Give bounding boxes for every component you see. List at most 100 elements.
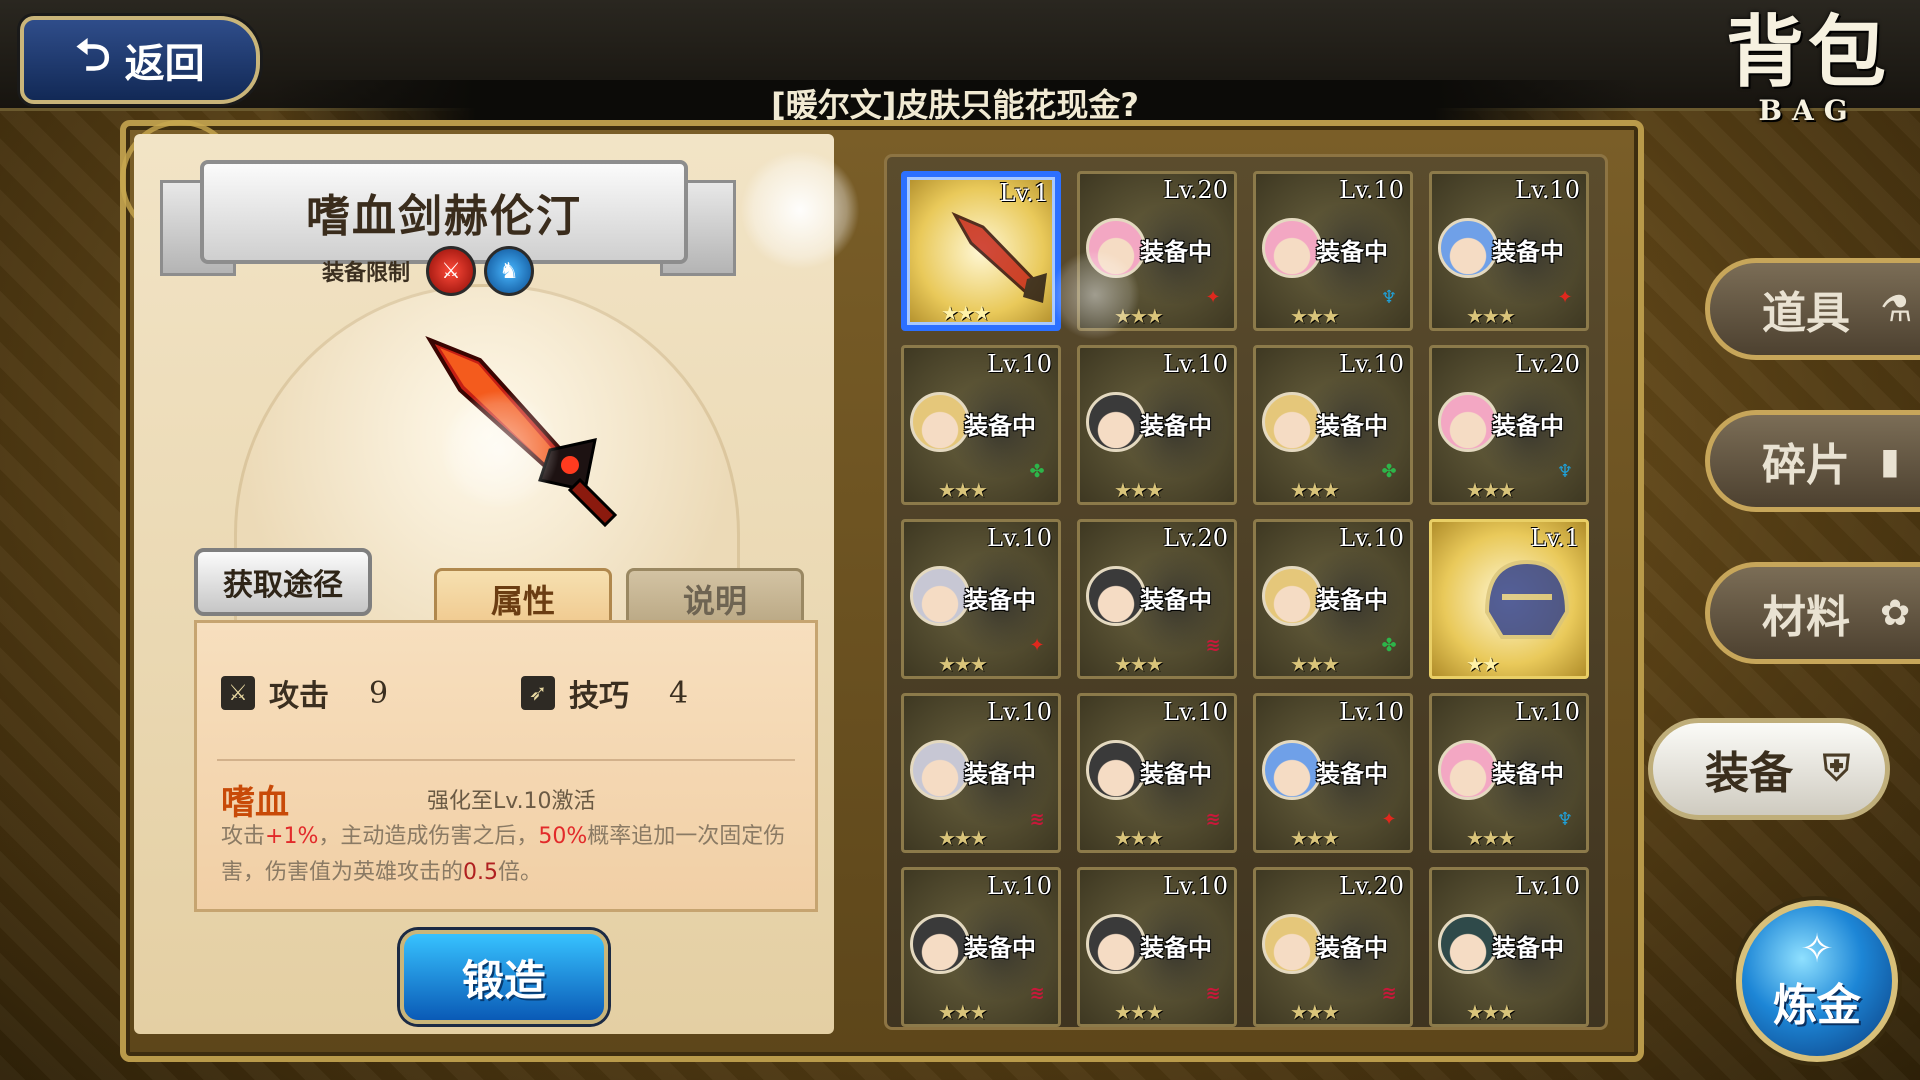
rarity-stars: ★★★ [1466,1000,1516,1024]
inventory-slot[interactable]: Lv.20 装备中 ≋ ★★★ [1077,519,1237,679]
back-button[interactable]: ⮌ 返回 [20,16,260,104]
item-level: Lv.10 [1163,872,1228,900]
attributes-panel: ⚔ 攻击 9 ➶ 技巧 4 嗜血 强化至Lv.10激活 攻击+1%，主动造成伤害… [194,620,818,912]
rarity-stars: ★★★ [1290,478,1340,502]
hero-avatar [910,740,970,800]
item-level: Lv.10 [1163,698,1228,726]
back-arrow-icon: ⮌ [75,29,111,81]
inventory-slot[interactable]: Lv.1 ★★ [1429,519,1589,679]
bow-stat-icon: ➶ [521,676,555,710]
inventory-slot[interactable]: Lv.10 装备中 ✤ ★★★ [1253,345,1413,505]
inventory-slot[interactable]: Lv.10 装备中 ✦ ★★★ [1429,171,1589,331]
hero-avatar [1086,740,1146,800]
light-orb [440,390,560,510]
inventory-slot[interactable]: Lv.10 装备中 ♆ ★★★ [1253,171,1413,331]
tab-description[interactable]: 说明 [626,568,804,627]
skill-desc-highlight: 0.5 [463,860,499,885]
equipped-badge: 装备中 [1140,934,1212,962]
shard-icon: ▮ [1880,440,1900,482]
acquire-source-button[interactable]: 获取途径 [194,548,372,616]
inventory-grid-panel: Lv.1 ★★★ Lv.20 装备中 ✦ ★★★ Lv.10 装备中 ♆ ★★★ Lv.10 装备中 ✦… [884,154,1608,1030]
equipped-badge: 装备中 [1316,586,1388,614]
tab-equipment[interactable]: 装备 ⛨ [1648,718,1890,820]
equipped-badge: 装备中 [1492,412,1564,440]
skill-desc-text: 攻击 [221,824,266,849]
light-orb [1050,250,1140,340]
inventory-slot[interactable]: Lv.20 装备中 ≋ ★★★ [1253,867,1413,1027]
tab-shards[interactable]: 碎片 ▮ [1705,410,1920,512]
rarity-stars: ★★★ [1290,304,1340,328]
equipped-badge: 装备中 [1140,586,1212,614]
stat-skill: ➶ 技巧 4 [521,671,688,715]
rarity-stars: ★★★ [1290,652,1340,676]
stat-attack-label: 攻击 [269,679,329,714]
equipped-badge: 装备中 [964,760,1036,788]
equipped-badge: 装备中 [1316,934,1388,962]
skill-unlock-condition: 强化至Lv.10激活 [427,789,596,814]
equipped-badge: 装备中 [1316,238,1388,266]
hero-avatar [1086,392,1146,452]
item-level: Lv.10 [987,872,1052,900]
hero-avatar [1086,566,1146,626]
skill-desc-highlight: 50% [538,824,588,849]
inventory-slot[interactable]: Lv.20 装备中 ♆ ★★★ [1429,345,1589,505]
inventory-slot[interactable]: Lv.10 装备中 ≋ ★★★ [901,693,1061,853]
inventory-slot[interactable]: Lv.10 装备中 ★★★ [1077,345,1237,505]
item-level: Lv.20 [1163,176,1228,204]
inventory-slot[interactable]: Lv.10 装备中 ★★★ [1429,867,1589,1027]
skill-desc-highlight: +1% [265,824,319,849]
tab-items-label: 道具 [1762,288,1850,339]
inventory-slot[interactable]: Lv.10 装备中 ✦ ★★★ [901,519,1061,679]
item-level: Lv.10 [1515,698,1580,726]
hero-avatar [910,392,970,452]
inventory-slot[interactable]: Lv.10 装备中 ≋ ★★★ [1077,693,1237,853]
item-level: Lv.10 [987,698,1052,726]
item-level: Lv.1 [1530,524,1580,552]
tab-attributes[interactable]: 属性 [434,568,612,627]
equipped-badge: 装备中 [1492,238,1564,266]
inventory-slot[interactable]: Lv.10 装备中 ✦ ★★★ [1253,693,1413,853]
rarity-stars: ★★★ [1466,826,1516,850]
stat-attack-value: 9 [369,675,389,711]
horse-class-icon: ♞ [484,246,535,296]
item-level: Lv.10 [1515,176,1580,204]
crimson-class-icon: ≋ [1029,982,1045,1004]
equipped-badge: 装备中 [964,586,1036,614]
alchemy-button[interactable]: ✧ 炼金 [1736,900,1898,1062]
inventory-slot[interactable]: Lv.10 装备中 ✤ ★★★ [901,345,1061,505]
armor-icon: ⛨ [1823,748,1851,789]
skill-desc-text: 倍。 [498,860,543,885]
item-level: Lv.10 [987,350,1052,378]
stat-skill-value: 4 [669,675,689,711]
tab-materials[interactable]: 材料 ✿ [1705,562,1920,664]
forge-button[interactable]: 锻造 [400,930,608,1024]
equipped-badge: 装备中 [1492,760,1564,788]
item-level: Lv.10 [1339,176,1404,204]
equipped-badge: 装备中 [964,412,1036,440]
crimson-class-icon: ≋ [1205,808,1221,830]
sword-class-icon: ⚔ [426,246,477,296]
inventory-slot[interactable]: Lv.10 装备中 ✤ ★★★ [1253,519,1413,679]
item-level: Lv.20 [1339,872,1404,900]
rarity-stars: ★★★ [1114,1000,1164,1024]
red-class-icon: ✦ [1029,634,1045,656]
hero-avatar [1438,218,1498,278]
red-class-icon: ✦ [1381,808,1397,830]
inventory-slot[interactable]: Lv.10 装备中 ≋ ★★★ [1077,867,1237,1027]
sword-stat-icon: ⚔ [221,676,255,710]
inventory-slot[interactable]: Lv.1 ★★★ [901,171,1061,331]
equipped-badge: 装备中 [1316,412,1388,440]
tab-materials-label: 材料 [1762,592,1850,643]
item-level: Lv.1 [999,179,1049,207]
item-level: Lv.10 [1339,524,1404,552]
equipped-badge: 装备中 [1492,934,1564,962]
stat-attack: ⚔ 攻击 9 [221,671,388,715]
tab-items[interactable]: 道具 ⚗ [1705,258,1920,360]
rarity-stars: ★★★ [1114,652,1164,676]
inventory-slot[interactable]: Lv.10 装备中 ♆ ★★★ [1429,693,1589,853]
inventory-grid: Lv.1 ★★★ Lv.20 装备中 ✦ ★★★ Lv.10 装备中 ♆ ★★★ Lv.10 装备中 ✦… [901,171,1589,1027]
inventory-slot[interactable]: Lv.10 装备中 ≋ ★★★ [901,867,1061,1027]
helmet-icon [1484,559,1570,639]
stat-skill-label: 技巧 [569,679,629,714]
equipped-badge: 装备中 [1140,238,1212,266]
